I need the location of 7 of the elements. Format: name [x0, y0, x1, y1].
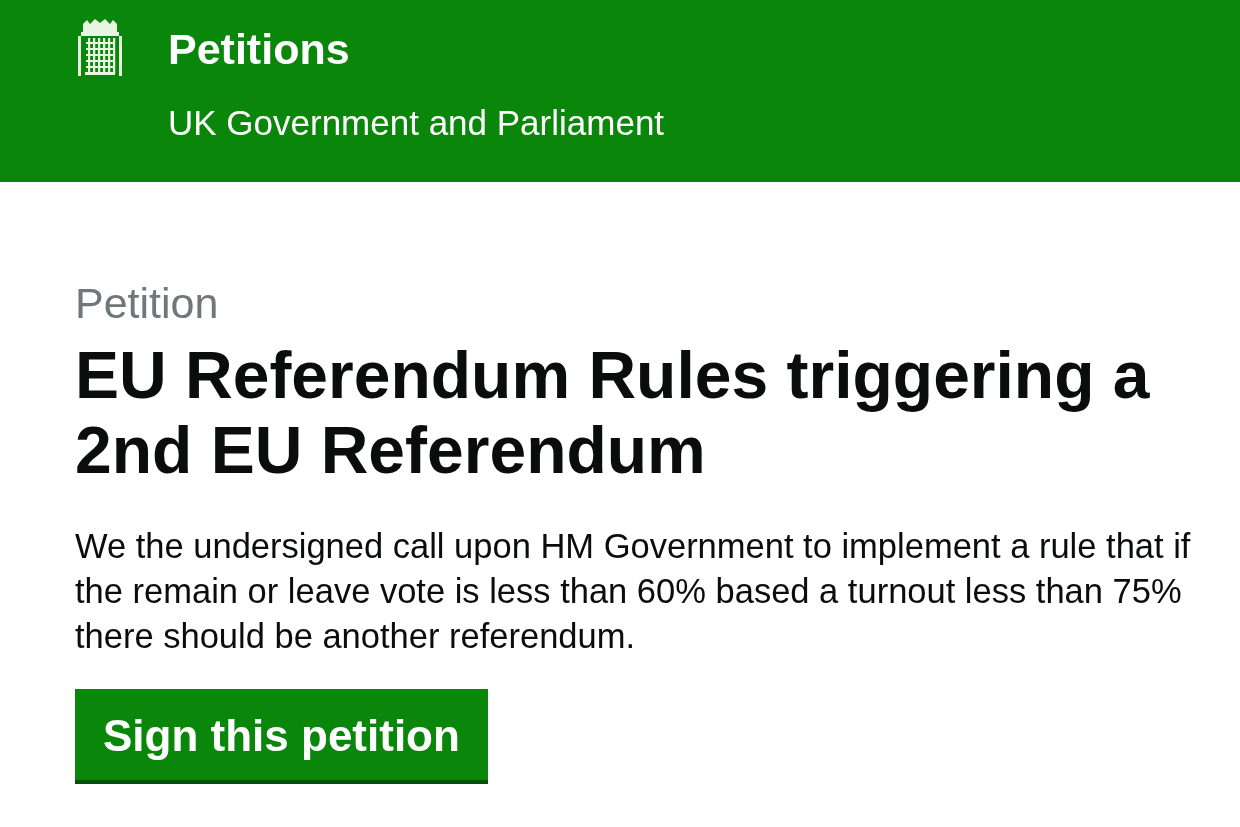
site-title-link[interactable]: Petitions	[168, 24, 350, 74]
petition-description: We the undersigned call upon HM Government to implement a rule that if the remain or leave vote is less than 60% based a turnout less than 75% there should be another referendum.	[75, 526, 1192, 657]
petition-title: EU Referendum Rules triggering a 2nd EU Referendum	[75, 338, 1151, 488]
sign-petition-button[interactable]: Sign this petition	[75, 689, 488, 784]
page-type-label: Petition	[75, 278, 219, 328]
portcullis-icon	[75, 18, 125, 77]
site-subtitle: UK Government and Parliament	[168, 102, 665, 144]
